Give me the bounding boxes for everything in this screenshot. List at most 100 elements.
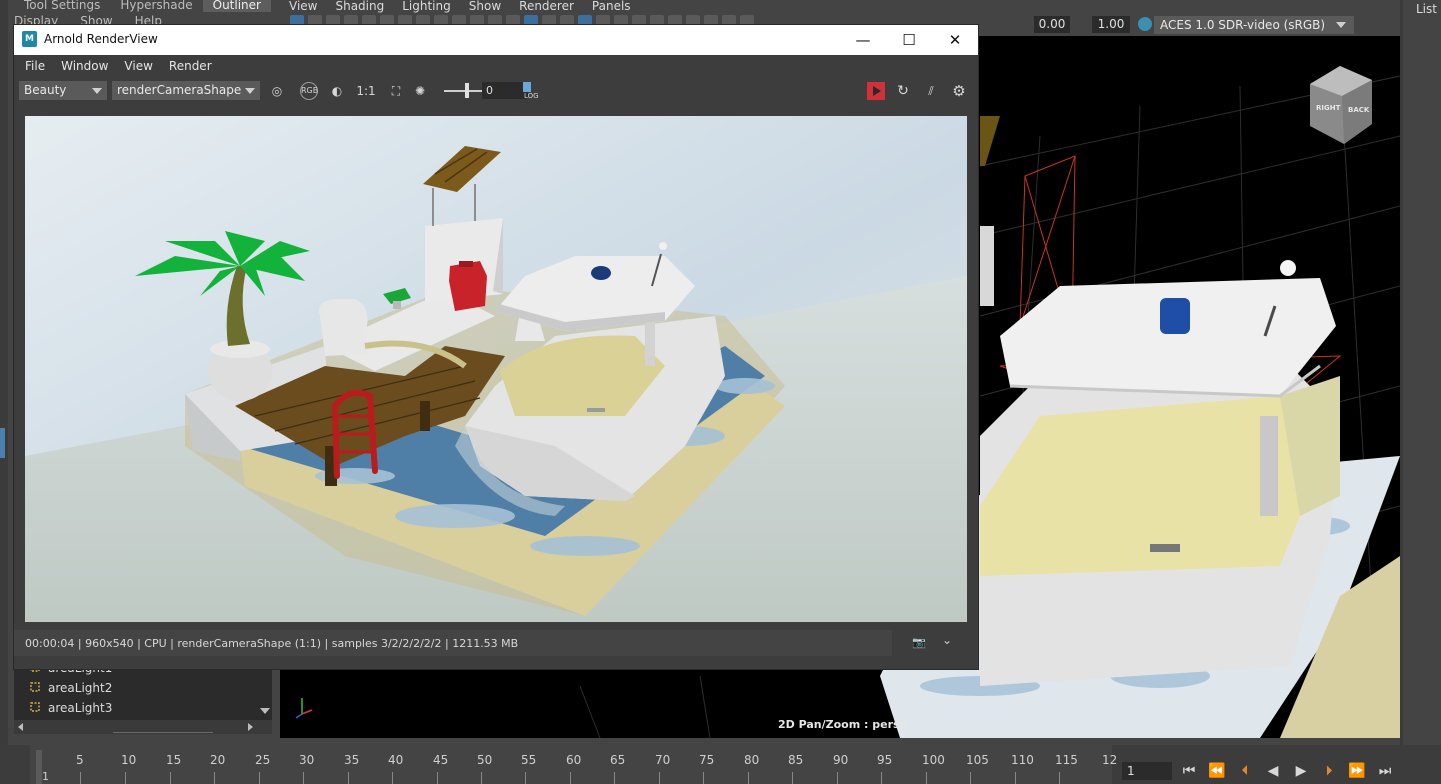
- viewcube-icon[interactable]: RIGHT BACK: [1310, 66, 1372, 144]
- menu-render[interactable]: Render: [169, 55, 212, 77]
- tick-label: 85: [788, 753, 804, 767]
- step-back-frame-icon[interactable]: ⏴: [1236, 762, 1254, 780]
- chevron-down-icon: [245, 88, 255, 94]
- step-back-key-icon[interactable]: ⏪: [1208, 762, 1226, 780]
- menu-renderer[interactable]: Renderer: [519, 0, 574, 13]
- outliner-horizontal-scrollbar[interactable]: [14, 720, 272, 734]
- tick-label: 45: [433, 753, 449, 767]
- outliner-item[interactable]: areaLight3: [30, 701, 112, 715]
- camera-select-label: renderCameraShape: [117, 83, 242, 97]
- shelf-strip-highlight[interactable]: [0, 428, 5, 458]
- exposure-slider-handle[interactable]: [465, 83, 469, 98]
- scroll-left-icon[interactable]: [18, 723, 23, 731]
- tick-label: 105: [966, 753, 989, 767]
- tab-tool-settings[interactable]: Tool Settings: [14, 0, 110, 12]
- tick-label: 25: [255, 753, 271, 767]
- tick-label: 65: [610, 753, 626, 767]
- play-forward-icon[interactable]: ▶: [1292, 762, 1310, 780]
- tick-label: 15: [166, 753, 182, 767]
- refresh-icon[interactable]: ↻: [894, 82, 912, 100]
- shelf-strip: [0, 0, 8, 745]
- debug-shading-icon[interactable]: ⫽: [922, 82, 940, 100]
- exposure-icon[interactable]: ✺: [411, 82, 429, 100]
- tick-label: 55: [521, 753, 537, 767]
- log-view-icon[interactable]: LOG: [522, 82, 544, 102]
- step-forward-frame-icon[interactable]: ⏵: [1320, 762, 1338, 780]
- display-correction-icon[interactable]: ◐: [328, 82, 346, 100]
- menu-view[interactable]: View: [124, 55, 152, 77]
- minimize-icon[interactable]: —: [840, 25, 886, 55]
- tick-label: 70: [655, 753, 671, 767]
- menu-show[interactable]: Show: [469, 0, 501, 13]
- arnold-renderview-window: M Arnold RenderView — ☐ ✕ File Window Vi…: [14, 25, 978, 669]
- log-label: LOG: [524, 92, 539, 100]
- rendered-scene: [25, 116, 967, 622]
- window-title: Arnold RenderView: [44, 32, 158, 46]
- step-forward-key-icon[interactable]: ⏩: [1348, 762, 1366, 780]
- display-channel-icon[interactable]: ◎: [268, 82, 286, 100]
- tick-label: 20: [210, 753, 226, 767]
- window-titlebar[interactable]: M Arnold RenderView — ☐ ✕: [14, 25, 978, 55]
- menu-shading[interactable]: Shading: [335, 0, 384, 13]
- tick-label: 1: [42, 770, 49, 783]
- render-play-button[interactable]: [867, 82, 885, 100]
- exposure-field[interactable]: 0.00: [1034, 16, 1070, 33]
- go-to-end-icon[interactable]: ⏭: [1376, 762, 1394, 780]
- camera-select[interactable]: renderCameraShape: [112, 81, 260, 100]
- tick-label: 115: [1055, 753, 1078, 767]
- tick-label: 50: [477, 753, 493, 767]
- axis-gizmo-icon: [295, 698, 313, 719]
- tick-label: 90: [833, 753, 849, 767]
- chevron-down-icon: [92, 88, 102, 94]
- menu-panels[interactable]: Panels: [592, 0, 631, 13]
- render-image[interactable]: [25, 116, 967, 622]
- area-light-icon: [30, 702, 40, 712]
- exposure-slider[interactable]: [444, 90, 482, 92]
- tick-label: 12: [1102, 753, 1118, 767]
- tick-label: 30: [299, 753, 315, 767]
- scroll-thumb[interactable]: [113, 732, 213, 733]
- right-panel-list-label[interactable]: List: [1416, 2, 1437, 16]
- tick-label: 10: [121, 753, 137, 767]
- gamma-field[interactable]: 1.00: [1092, 16, 1130, 33]
- tick-label: 95: [877, 753, 893, 767]
- play-backward-icon[interactable]: ◀: [1264, 762, 1282, 780]
- viewport-camera-label: 2D Pan/Zoom : persp: [778, 718, 908, 731]
- current-frame-field[interactable]: 1: [1122, 762, 1172, 780]
- menu-file[interactable]: File: [25, 55, 45, 77]
- channel-box-panel: [1400, 0, 1441, 745]
- menu-lighting[interactable]: Lighting: [402, 0, 451, 13]
- viewcube-right-label: RIGHT: [1316, 104, 1341, 112]
- ratio-button[interactable]: 1:1: [355, 82, 377, 100]
- aov-select[interactable]: Beauty: [19, 81, 107, 100]
- color-management-select[interactable]: ACES 1.0 SDR-video (sRGB): [1154, 16, 1354, 34]
- outliner-item[interactable]: areaLight2: [30, 681, 112, 695]
- playback-controls: ⏮ ⏪ ⏴ ◀ ▶ ⏵ ⏩ ⏭: [1180, 762, 1394, 780]
- close-icon[interactable]: ✕: [932, 25, 978, 55]
- chevron-down-icon[interactable]: ⌄: [942, 633, 956, 647]
- scroll-down-icon[interactable]: [260, 708, 270, 714]
- scroll-right-icon[interactable]: [248, 723, 253, 731]
- aov-select-label: Beauty: [24, 83, 67, 97]
- frame-all-icon[interactable]: ⛶: [387, 82, 405, 100]
- tick-label: 35: [344, 753, 360, 767]
- rgb-channel-icon[interactable]: RGB: [300, 82, 318, 100]
- color-management-toggle-icon[interactable]: [1138, 17, 1152, 31]
- left-panel-tabs: Tool Settings Hypershade Outliner: [14, 0, 276, 12]
- tab-outliner[interactable]: Outliner: [202, 0, 271, 12]
- snapshot-camera-icon[interactable]: 📷: [912, 636, 926, 649]
- tick-label: 5: [76, 753, 84, 767]
- tab-hypershade[interactable]: Hypershade: [110, 0, 202, 12]
- maximize-icon[interactable]: ☐: [886, 25, 932, 55]
- tick-label: 80: [744, 753, 760, 767]
- menu-view[interactable]: View: [289, 0, 317, 13]
- render-status-text: 00:00:04 | 960x540 | CPU | renderCameraS…: [25, 637, 519, 650]
- tick-label: 60: [566, 753, 582, 767]
- go-to-start-icon[interactable]: ⏮: [1180, 762, 1198, 780]
- viewcube-back-label: BACK: [1348, 106, 1370, 114]
- gear-icon[interactable]: ⚙: [950, 82, 968, 100]
- menu-window[interactable]: Window: [61, 55, 108, 77]
- tick-label: 100: [922, 753, 945, 767]
- tick-label: 110: [1011, 753, 1034, 767]
- area-light-icon: [30, 682, 40, 692]
